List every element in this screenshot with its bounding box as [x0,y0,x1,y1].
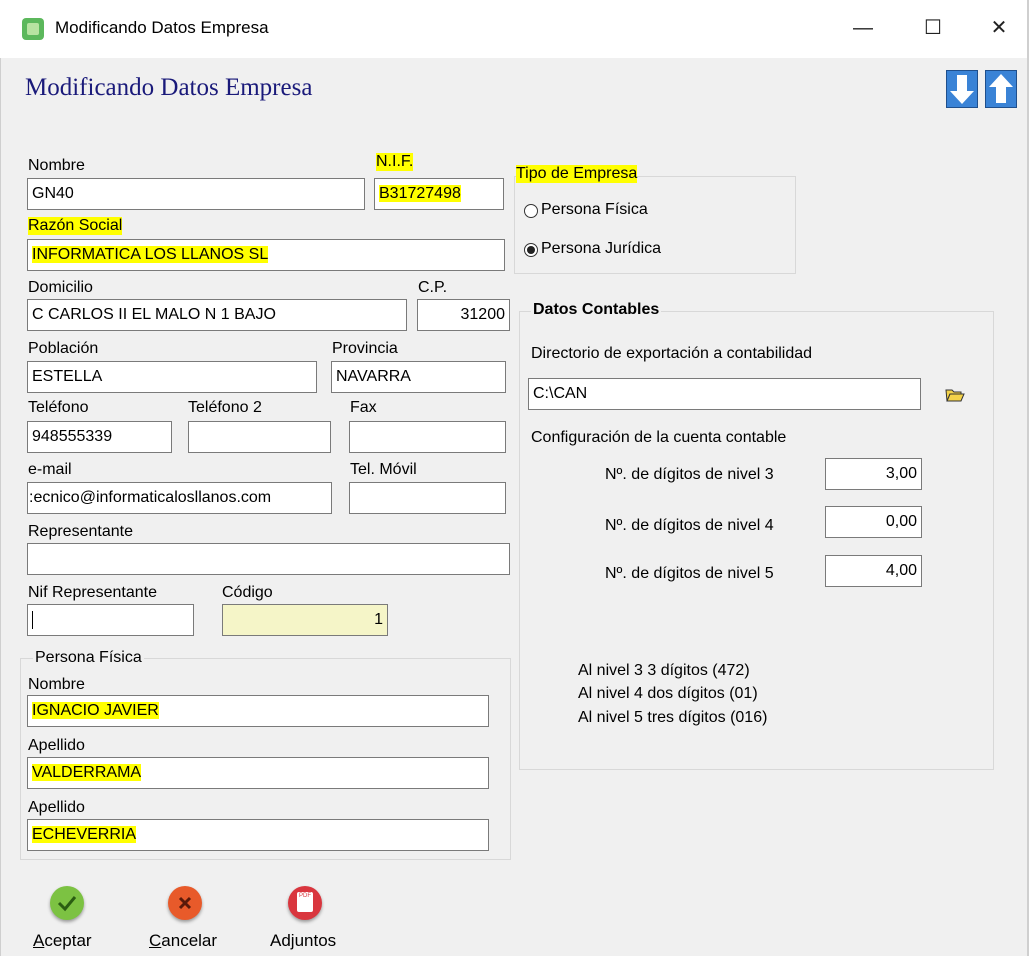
pf-apellido2-label: Apellido [28,799,85,816]
note-nivel4: Al nivel 4 dos dígitos (01) [578,685,758,702]
telefono-label: Teléfono [28,399,89,416]
cp-label: C.P. [418,279,448,296]
dir-label: Directorio de exportación a contabilidad [531,345,813,362]
email-label: e-mail [28,461,72,478]
nivel5-label: Nº. de dígitos de nivel 5 [605,565,774,582]
accept-label: Aceptar [33,931,92,950]
nivel4-input[interactable]: 0,00 [825,506,922,538]
tel-movil-input[interactable] [349,482,506,514]
pf-apellido1-value: VALDERRAMA [32,764,142,781]
tel-movil-label: Tel. Móvil [350,461,417,478]
persona-fisica-title: Persona Física [33,649,144,667]
note-nivel5: Al nivel 5 tres dígitos (016) [578,709,768,726]
note-nivel3: Al nivel 3 3 dígitos (472) [578,662,750,679]
pf-apellido1-input[interactable]: VALDERRAMA [27,757,489,789]
pf-nombre-label: Nombre [28,676,85,693]
codigo-input: 1 [222,604,388,636]
cancel-label: Cancelar [149,931,218,950]
cp-input[interactable]: 31200 [417,299,510,331]
app-icon [22,18,44,40]
attachments-button[interactable]: PDF Adjuntos [266,886,356,956]
poblacion-label: Población [28,340,99,357]
fax-input[interactable] [349,421,506,453]
nombre-input[interactable]: GN40 [27,178,365,210]
config-label: Configuración de la cuenta contable [531,429,787,446]
accept-button[interactable]: Aceptar [30,886,110,956]
radio-persona-fisica-label[interactable]: Persona Física [541,201,648,219]
pdf-icon: PDF [288,886,322,920]
representante-input[interactable] [27,543,510,575]
close-button[interactable]: ✕ [974,8,1024,48]
poblacion-input[interactable]: ESTELLA [27,361,317,393]
pdf-icon-text: PDF [297,892,313,912]
pf-nombre-value: IGNACIO JAVIER [32,702,159,719]
telefono2-label: Teléfono 2 [188,399,262,416]
maximize-button[interactable]: ☐ [908,8,958,48]
radio-persona-fisica[interactable] [524,204,538,218]
nombre-label: Nombre [28,157,85,174]
nif-representante-label: Nif Representante [28,584,157,601]
provincia-input[interactable]: NAVARRA [331,361,506,393]
pf-apellido2-input[interactable]: ECHEVERRIA [27,819,489,851]
nivel3-label: Nº. de dígitos de nivel 3 [605,466,774,483]
radio-persona-juridica[interactable] [524,243,538,257]
window-title: Modificando Datos Empresa [55,18,269,37]
page-title: Modificando Datos Empresa [25,74,313,101]
email-input[interactable]: :ecnico@informaticalosllanos.com [27,482,332,514]
nivel3-input[interactable]: 3,00 [825,458,922,490]
domicilio-input[interactable]: C CARLOS II EL MALO N 1 BAJO [27,299,407,331]
codigo-label: Código [222,584,273,601]
window-border [0,58,1,956]
arrow-up-icon[interactable] [985,70,1017,108]
nif-representante-input[interactable] [27,604,194,636]
cancel-button[interactable]: Cancelar [145,886,235,956]
pf-apellido1-label: Apellido [28,737,85,754]
representante-label: Representante [28,523,133,540]
razon-social-value: INFORMATICA LOS LLANOS SL [32,246,269,263]
razon-social-input[interactable]: INFORMATICA LOS LLANOS SL [27,239,505,271]
nif-value: B31727498 [379,185,461,202]
datos-contables-title: Datos Contables [531,301,662,319]
domicilio-label: Domicilio [28,279,93,296]
attachments-label: Adjuntos [270,931,337,950]
tipo-empresa-title: Tipo de Empresa [516,165,638,183]
x-icon [168,886,202,920]
nivel5-input[interactable]: 4,00 [825,555,922,587]
tipo-empresa-group [514,176,796,274]
fax-label: Fax [350,399,377,416]
nif-input[interactable]: B31727498 [374,178,504,210]
folder-open-icon[interactable] [945,387,965,408]
telefono-input[interactable]: 948555339 [27,421,172,453]
radio-persona-juridica-label[interactable]: Persona Jurídica [541,240,661,258]
arrow-down-icon[interactable] [946,70,978,108]
nif-label: N.I.F. [376,153,414,171]
minimize-button[interactable]: — [838,8,888,48]
dir-input[interactable]: C:\CAN [528,378,921,410]
provincia-label: Provincia [332,340,398,357]
razon-social-label: Razón Social [28,217,123,235]
pf-apellido2-value: ECHEVERRIA [32,826,137,843]
nivel4-label: Nº. de dígitos de nivel 4 [605,517,774,534]
telefono2-input[interactable] [188,421,331,453]
checkmark-icon [50,886,84,920]
pf-nombre-input[interactable]: IGNACIO JAVIER [27,695,489,727]
text-cursor [32,611,33,629]
